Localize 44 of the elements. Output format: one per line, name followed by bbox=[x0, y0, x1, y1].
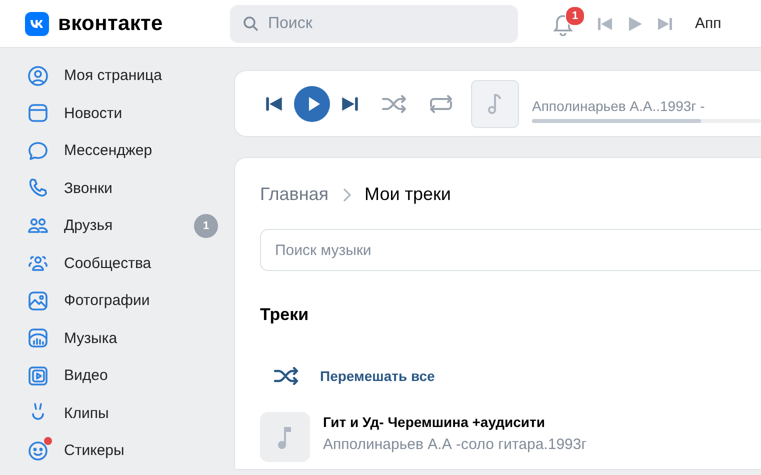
sidebar-item[interactable]: Фотографии bbox=[0, 282, 234, 320]
sidebar-item[interactable]: Стикеры bbox=[0, 432, 234, 470]
track-row[interactable]: Гит и Уд- Черемшина +аудисити Апполинарьев А.А -соло гитара.1993г bbox=[260, 412, 761, 462]
breadcrumb-link[interactable]: Мои треки bbox=[364, 184, 451, 205]
section-title: Треки bbox=[260, 305, 310, 325]
track-title: Гит и Уд- Черемшина +аудисити bbox=[323, 414, 546, 430]
nav-icon bbox=[26, 364, 50, 388]
logo-text[interactable]: вконтакте bbox=[58, 12, 163, 36]
search-icon bbox=[243, 16, 259, 32]
chevron-icon bbox=[342, 188, 351, 202]
repeat-icon[interactable] bbox=[427, 92, 455, 114]
count-badge: 1 bbox=[194, 214, 218, 238]
previous-icon[interactable] bbox=[265, 94, 283, 112]
progress-track[interactable] bbox=[532, 119, 761, 123]
nav-icon bbox=[26, 326, 50, 350]
sidebar-item[interactable]: Клипы bbox=[0, 394, 234, 432]
nav-icon bbox=[26, 64, 50, 88]
sidebar-item[interactable]: Новости bbox=[0, 94, 234, 132]
shuffle-icon bbox=[273, 367, 299, 385]
play-icon[interactable] bbox=[627, 16, 643, 30]
sidebar-item[interactable]: Видео bbox=[0, 357, 234, 394]
sidebar-item[interactable]: Звонки bbox=[0, 170, 234, 207]
play-icon bbox=[306, 96, 320, 112]
nav-icon bbox=[26, 288, 50, 313]
sidebar-item[interactable]: Сообщества bbox=[0, 244, 234, 282]
nav-icon bbox=[26, 438, 50, 463]
logo-icon[interactable] bbox=[25, 12, 49, 36]
music-search-field[interactable]: Поиск музыки bbox=[260, 229, 761, 271]
now-playing-text[interactable]: Апп bbox=[695, 15, 722, 32]
sidebar-item[interactable]: Друзья 1 bbox=[0, 207, 234, 244]
track-title: Апполинарьев А.А..1993г - bbox=[532, 98, 706, 114]
next-icon[interactable] bbox=[341, 94, 359, 112]
track-artist: Апполинарьев А.А -соло гитара.1993г bbox=[323, 436, 587, 453]
shuffle-all-button[interactable]: Перемешать все bbox=[260, 367, 761, 385]
sidebar-item[interactable]: Моя страница bbox=[0, 57, 234, 94]
search-field[interactable]: Поиск bbox=[230, 4, 518, 42]
music-note-icon bbox=[277, 424, 293, 450]
sidebar-item[interactable]: Мессенджер bbox=[0, 132, 234, 170]
music-note-icon bbox=[488, 92, 502, 114]
play-button[interactable] bbox=[294, 86, 330, 122]
notification-badge: 1 bbox=[565, 6, 585, 26]
shuffle-icon[interactable] bbox=[381, 92, 407, 114]
sidebar-item[interactable]: Музыка bbox=[0, 320, 234, 357]
breadcrumb-link[interactable]: Главная bbox=[260, 184, 329, 205]
